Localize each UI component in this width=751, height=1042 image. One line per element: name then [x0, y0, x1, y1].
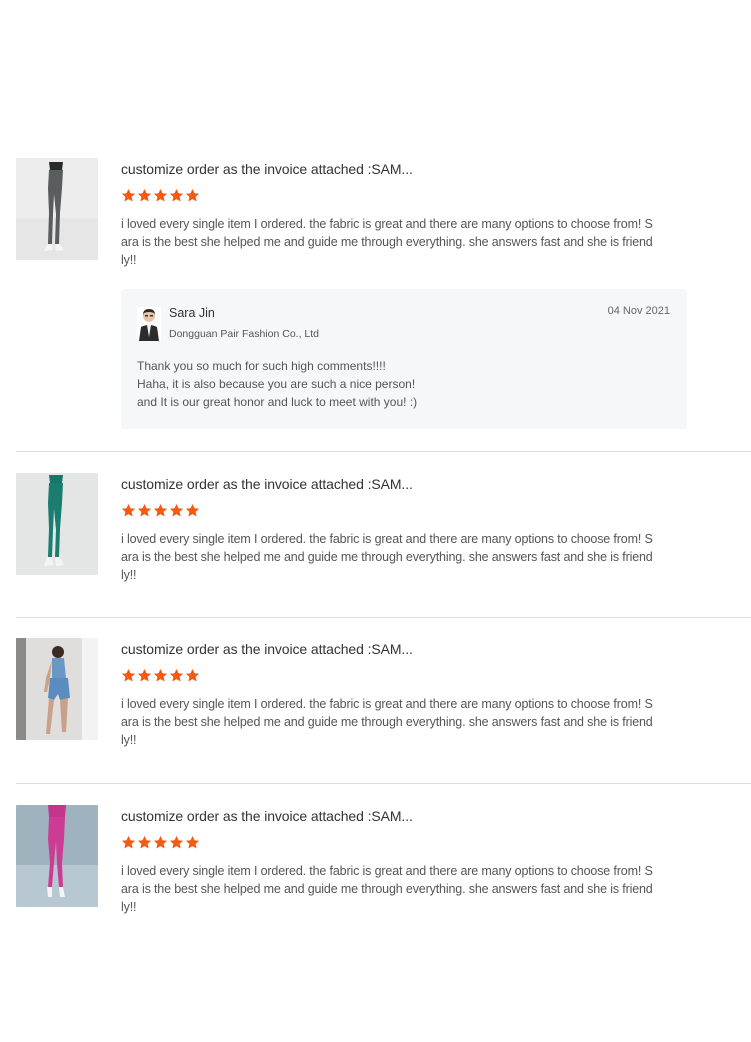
star-icon [137, 188, 152, 203]
seller-reply: 04 Nov 2021 Sara Jin Dongguan Pair Fashi… [121, 289, 687, 429]
reply-header: Sara Jin Dongguan Pair Fashion Co., Ltd [137, 305, 671, 341]
pink-leggings-photo [16, 805, 98, 907]
review-item: customize order as the invoice attached … [0, 473, 751, 584]
seller-avatar [137, 307, 161, 341]
blue-shorts-photo [16, 638, 98, 740]
review-item: customize order as the invoice attached … [0, 638, 751, 749]
star-icon [169, 503, 184, 518]
product-thumbnail[interactable] [16, 158, 98, 260]
star-rating [121, 503, 691, 521]
review-title[interactable]: customize order as the invoice attached … [121, 640, 691, 658]
review-item: customize order as the invoice attached … [0, 158, 751, 429]
seller-company[interactable]: Dongguan Pair Fashion Co., Ltd [169, 327, 319, 341]
review-body: customize order as the invoice attached … [121, 638, 691, 749]
review-text: i loved every single item I ordered. the… [121, 864, 653, 914]
star-rating [121, 835, 691, 853]
star-rating [121, 668, 691, 686]
review-body: customize order as the invoice attached … [121, 158, 691, 429]
product-thumbnail[interactable] [16, 638, 98, 740]
grey-leggings-photo [16, 158, 98, 260]
star-icon [137, 835, 152, 850]
review-body: customize order as the invoice attached … [121, 805, 691, 916]
star-icon [169, 188, 184, 203]
review-list: customize order as the invoice attached … [0, 158, 751, 916]
star-icon [153, 503, 168, 518]
star-icon [169, 835, 184, 850]
star-rating [121, 188, 691, 206]
review-title[interactable]: customize order as the invoice attached … [121, 807, 691, 825]
review-title[interactable]: customize order as the invoice attached … [121, 475, 691, 493]
star-icon [137, 503, 152, 518]
seller-name: Sara Jin [169, 306, 215, 320]
review-text: i loved every single item I ordered. the… [121, 697, 653, 747]
reply-text: Thank you so much for such high comments… [137, 359, 418, 409]
reply-meta: Sara Jin Dongguan Pair Fashion Co., Ltd [169, 305, 319, 341]
star-icon [169, 668, 184, 683]
review-body: customize order as the invoice attached … [121, 473, 691, 584]
star-icon [185, 668, 200, 683]
review-text: i loved every single item I ordered. the… [121, 532, 653, 582]
star-icon [121, 668, 136, 683]
star-icon [185, 503, 200, 518]
review-title[interactable]: customize order as the invoice attached … [121, 160, 691, 178]
review-text: i loved every single item I ordered. the… [121, 217, 653, 267]
star-icon [153, 668, 168, 683]
reply-date: 04 Nov 2021 [607, 305, 670, 317]
product-thumbnail[interactable] [16, 473, 98, 575]
product-thumbnail[interactable] [16, 805, 98, 907]
star-icon [153, 835, 168, 850]
star-icon [121, 835, 136, 850]
star-icon [121, 188, 136, 203]
star-icon [137, 668, 152, 683]
green-leggings-photo [16, 473, 98, 575]
star-icon [185, 835, 200, 850]
star-icon [185, 188, 200, 203]
star-icon [153, 188, 168, 203]
star-icon [121, 503, 136, 518]
review-item: customize order as the invoice attached … [0, 805, 751, 916]
